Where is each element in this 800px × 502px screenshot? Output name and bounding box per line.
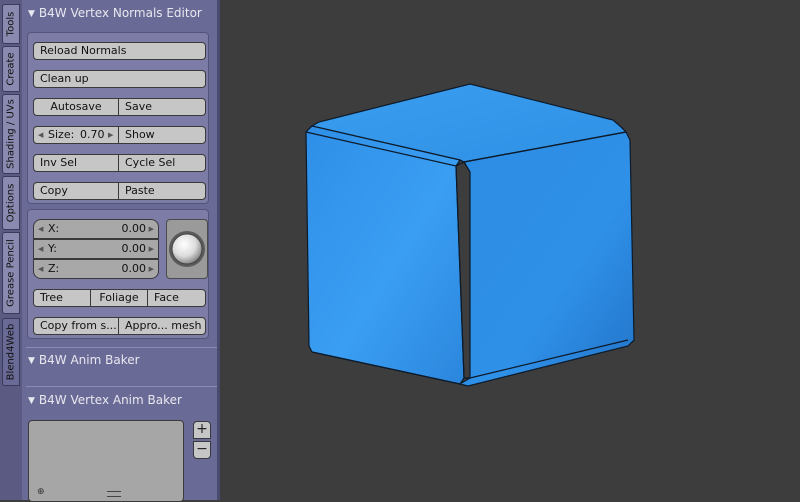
paste-button[interactable]: Paste <box>118 182 206 200</box>
vertex-anim-list[interactable]: ⊕ <box>28 420 184 502</box>
tab-grease-pencil[interactable]: Grease Pencil <box>2 232 20 314</box>
autosave-toggle[interactable]: Autosave <box>33 98 119 116</box>
3d-viewport[interactable] <box>220 0 800 500</box>
cycle-sel-button[interactable]: Cycle Sel <box>118 154 206 172</box>
tab-blend4web[interactable]: Blend4Web <box>2 318 20 386</box>
increment-arrow-icon[interactable]: ▶ <box>149 260 154 278</box>
copy-button[interactable]: Copy <box>33 182 119 200</box>
tool-panel: ▼ B4W Vertex Normals Editor Reload Normal… <box>22 0 219 502</box>
cube-mesh[interactable] <box>220 0 800 500</box>
minus-icon: − <box>196 441 208 457</box>
tab-shading-uvs[interactable]: Shading / UVs <box>2 94 20 174</box>
list-filter-icon[interactable]: ⊕ <box>37 487 45 497</box>
size-field[interactable]: ◀ Size: 0.70 ▶ <box>33 126 119 144</box>
normals-editor-box: Reload Normals Clean up Autosave Save ◀ … <box>27 32 209 204</box>
decrement-arrow-icon[interactable]: ◀ <box>38 260 43 278</box>
normal-direction-widget[interactable] <box>166 219 208 279</box>
x-field[interactable]: ◀ X: 0.00 ▶ <box>33 219 159 239</box>
decrement-arrow-icon[interactable]: ◀ <box>38 220 43 238</box>
save-button[interactable]: Save <box>118 98 206 116</box>
panel-separator <box>26 386 217 387</box>
show-toggle[interactable]: Show <box>118 126 206 144</box>
y-field[interactable]: ◀ Y: 0.00 ▶ <box>33 239 159 259</box>
remove-item-button[interactable]: − <box>193 441 211 459</box>
collapse-triangle-icon: ▼ <box>28 9 35 19</box>
add-item-button[interactable]: + <box>193 421 211 439</box>
approx-mesh-button[interactable]: Appro... mesh <box>118 317 206 335</box>
collapse-triangle-icon: ▼ <box>28 396 35 406</box>
copy-from-selected-button[interactable]: Copy from s... <box>33 317 119 335</box>
tool-tab-strip: Tools Create Shading / UVs Options Greas… <box>0 0 22 500</box>
panel-header-anim-baker[interactable]: ▼ B4W Anim Baker <box>28 353 140 367</box>
normal-sphere-icon[interactable] <box>167 220 207 278</box>
panel-header-normals-editor[interactable]: ▼ B4W Vertex Normals Editor <box>28 6 202 20</box>
increment-arrow-icon[interactable]: ▶ <box>149 220 154 238</box>
increment-arrow-icon[interactable]: ▶ <box>108 127 113 143</box>
face-button[interactable]: Face <box>147 289 206 307</box>
collapse-triangle-icon: ▼ <box>28 356 35 366</box>
resize-grip-icon[interactable] <box>107 491 121 497</box>
panel-separator <box>26 347 217 348</box>
tab-create[interactable]: Create <box>2 46 20 92</box>
tree-button[interactable]: Tree <box>33 289 91 307</box>
clean-up-button[interactable]: Clean up <box>33 70 206 88</box>
decrement-arrow-icon[interactable]: ◀ <box>38 127 43 143</box>
reload-normals-button[interactable]: Reload Normals <box>33 42 206 60</box>
increment-arrow-icon[interactable]: ▶ <box>149 240 154 258</box>
plus-icon: + <box>196 421 208 437</box>
panel-header-vertex-anim-baker[interactable]: ▼ B4W Vertex Anim Baker <box>28 393 182 407</box>
decrement-arrow-icon[interactable]: ◀ <box>38 240 43 258</box>
foliage-button[interactable]: Foliage <box>90 289 148 307</box>
z-field[interactable]: ◀ Z: 0.00 ▶ <box>33 259 159 279</box>
tab-options[interactable]: Options <box>2 176 20 230</box>
normal-direction-box: ◀ X: 0.00 ▶ ◀ Y: 0.00 ▶ ◀ Z: 0.00 ▶ Tree… <box>27 209 209 339</box>
tab-tools[interactable]: Tools <box>2 4 20 44</box>
inv-sel-button[interactable]: Inv Sel <box>33 154 119 172</box>
